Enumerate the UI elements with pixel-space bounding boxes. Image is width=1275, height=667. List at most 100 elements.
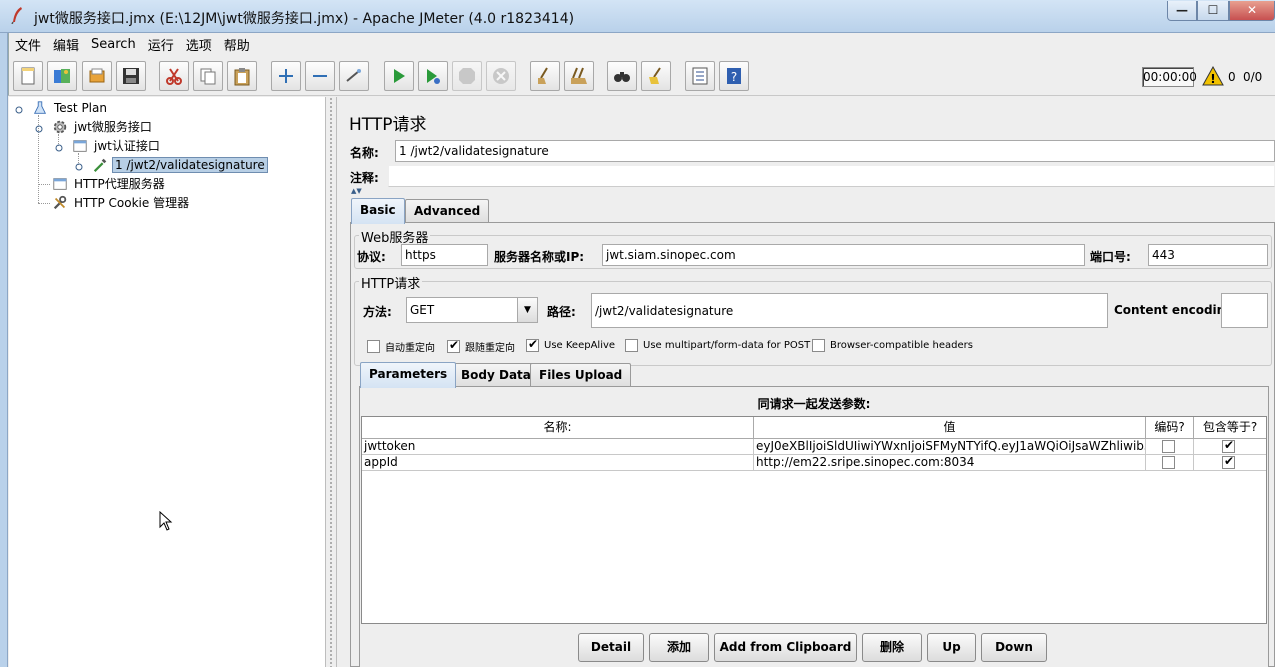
cut-button[interactable] (159, 61, 189, 91)
auto-redirect-checkbox[interactable]: 自动重定向 (367, 339, 435, 354)
tree-item-proxy[interactable]: HTTP代理服务器 (51, 174, 167, 193)
tab-advanced[interactable]: Advanced (405, 199, 490, 223)
menu-search[interactable]: Search (85, 37, 142, 52)
encode-checkbox[interactable] (1162, 440, 1175, 453)
save-button[interactable] (116, 61, 146, 91)
open-button[interactable] (82, 61, 112, 91)
column-header-encode[interactable]: 编码? (1146, 417, 1194, 439)
browser-headers-checkbox[interactable]: Browser-compatible headers (812, 339, 973, 352)
column-header-include-equals[interactable]: 包含等于? (1194, 417, 1266, 439)
table-cell-value[interactable]: http://em22.sripe.sinopec.com:8034 (754, 455, 1146, 471)
toggle-button[interactable] (339, 61, 369, 91)
column-header-name[interactable]: 名称: (362, 417, 754, 439)
copy-button[interactable] (193, 61, 223, 91)
broom-reset-icon (649, 67, 661, 84)
encode-checkbox[interactable] (1162, 456, 1175, 469)
maximize-button[interactable]: ☐ (1197, 1, 1229, 21)
menu-file[interactable]: 文件 (9, 35, 47, 54)
wrench-icon (51, 194, 69, 212)
tree-item-cookie-manager[interactable]: HTTP Cookie 管理器 (51, 193, 191, 212)
basic-tab-panel: Web服务器 协议: https 服务器名称或IP: jwt.siam.sino… (350, 222, 1275, 667)
tab-parameters[interactable]: Parameters (360, 362, 457, 388)
method-label: 方法: (363, 305, 392, 319)
tree-toggle-icon[interactable] (15, 103, 23, 114)
protocol-field[interactable]: https (401, 244, 488, 266)
tab-files-upload[interactable]: Files Upload (530, 363, 632, 387)
reset-search-button[interactable] (641, 61, 671, 91)
paste-button[interactable] (227, 61, 257, 91)
warning-icon[interactable]: ! (1202, 66, 1224, 86)
clear-all-button[interactable] (564, 61, 594, 91)
tree-item-thread-group[interactable]: jwt微服务接口 (51, 117, 154, 136)
elapsed-timer: 00:00:00 (1142, 67, 1197, 87)
tree-item-label: jwt微服务接口 (74, 120, 152, 134)
delete-button[interactable]: 删除 (862, 633, 922, 662)
tree-item-test-plan[interactable]: Test Plan (31, 98, 109, 117)
content-encoding-field[interactable] (1221, 293, 1268, 328)
name-field[interactable]: 1 /jwt2/validatesignature (395, 140, 1275, 162)
split-pane-divider[interactable] (325, 97, 337, 667)
help-button[interactable]: ? (719, 61, 749, 91)
function-helper-button[interactable] (685, 61, 715, 91)
shutdown-button[interactable] (486, 61, 516, 91)
add-from-clipboard-button[interactable]: Add from Clipboard (714, 633, 857, 662)
tab-basic[interactable]: Basic (351, 198, 405, 224)
controller-icon (71, 137, 89, 155)
checkbox-box (447, 338, 460, 353)
window-title: jwt微服务接口.jmx (E:\12JM\jwt微服务接口.jmx) - Ap… (34, 11, 575, 27)
path-field[interactable]: /jwt2/validatesignature (591, 293, 1108, 328)
tab-body-data[interactable]: Body Data (452, 363, 540, 387)
include-equals-checkbox[interactable] (1222, 455, 1235, 469)
start-button[interactable] (384, 61, 414, 91)
keepalive-checkbox[interactable]: Use KeepAlive (526, 337, 615, 352)
templates-button[interactable] (47, 61, 77, 91)
collapse-arrows-icon[interactable]: ▲▼ (351, 187, 362, 195)
menu-options[interactable]: 选项 (180, 35, 218, 54)
http-request-group-title: HTTP请求 (359, 273, 423, 292)
close-button[interactable]: ✕ (1229, 1, 1275, 21)
comment-field[interactable] (388, 165, 1275, 187)
title-bar: jwt微服务接口.jmx (E:\12JM\jwt微服务接口.jmx) - Ap… (0, 0, 1275, 33)
follow-redirect-checkbox[interactable]: 跟随重定向 (447, 338, 515, 354)
gear-icon (51, 118, 69, 136)
new-button[interactable] (13, 61, 43, 91)
expand-all-button[interactable] (271, 61, 301, 91)
chevron-down-icon[interactable]: ▼ (517, 298, 537, 322)
table-cell-name[interactable]: jwttoken (362, 439, 754, 455)
column-header-value[interactable]: 值 (754, 417, 1146, 439)
server-field[interactable]: jwt.siam.sinopec.com (602, 244, 1085, 266)
detail-button[interactable]: Detail (578, 633, 644, 662)
checkbox-box (526, 337, 539, 352)
menu-edit[interactable]: 编辑 (47, 35, 85, 54)
tree-toggle-icon[interactable] (35, 122, 43, 133)
tree-item-http-sampler[interactable]: 1 /jwt2/validatesignature (91, 155, 268, 174)
help-book-icon: ? (727, 68, 741, 84)
tree-item-controller[interactable]: jwt认证接口 (71, 136, 162, 155)
port-field[interactable]: 443 (1148, 244, 1268, 266)
minimize-button[interactable]: — (1167, 1, 1197, 21)
table-cell-value[interactable]: eyJ0eXBlIjoiSldUIiwiYWxnIjoiSFMyNTYifQ.e… (754, 439, 1146, 455)
table-cell-encode (1146, 439, 1194, 455)
table-cell-name[interactable]: appId (362, 455, 754, 471)
search-button[interactable] (607, 61, 637, 91)
menu-run[interactable]: 运行 (142, 35, 180, 54)
comment-label: 注释: (350, 171, 379, 185)
close-icon: ✕ (1246, 3, 1258, 17)
down-button[interactable]: Down (981, 633, 1047, 662)
tree-toggle-icon[interactable] (55, 141, 63, 152)
tree-item-label: jwt认证接口 (94, 139, 160, 153)
tree-toggle-icon[interactable] (75, 160, 83, 171)
collapse-all-button[interactable] (305, 61, 335, 91)
include-equals-checkbox[interactable] (1222, 439, 1235, 453)
method-select[interactable]: GET ▼ (406, 297, 538, 323)
maximize-icon: ☐ (1207, 3, 1219, 17)
svg-text:?: ? (731, 70, 737, 84)
up-button[interactable]: Up (927, 633, 976, 662)
add-button[interactable]: 添加 (649, 633, 709, 662)
new-file-icon (21, 67, 35, 85)
multipart-checkbox[interactable]: Use multipart/form-data for POST (625, 339, 810, 352)
stop-button[interactable] (452, 61, 482, 91)
start-no-pauses-button[interactable] (418, 61, 448, 91)
clear-button[interactable] (530, 61, 560, 91)
menu-help[interactable]: 帮助 (218, 35, 256, 54)
